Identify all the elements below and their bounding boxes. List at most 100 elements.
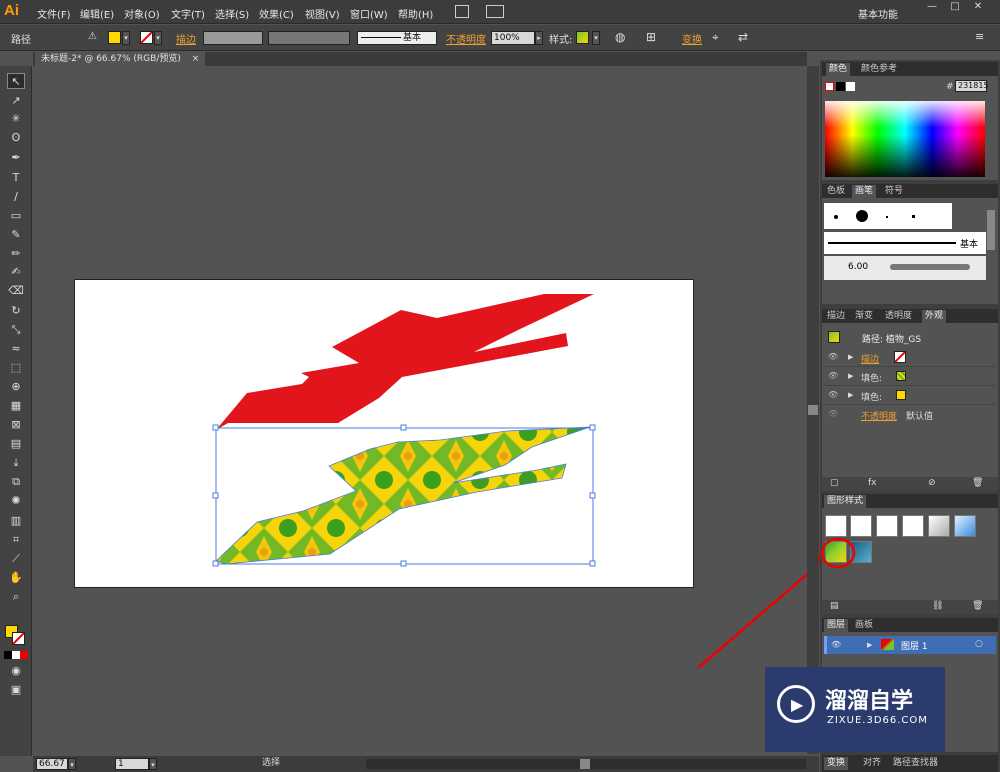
appearance-opacity-value: 默认值 (906, 412, 934, 422)
graphic-style-5[interactable] (928, 515, 950, 537)
tab-layers[interactable]: 图层 (824, 619, 849, 632)
yellow-fill-swatch[interactable] (896, 390, 906, 400)
visibility-eye-icon[interactable]: 👁 (831, 640, 841, 650)
play-logo-icon: ▶ (777, 685, 815, 723)
zoom-field[interactable]: 66.67 (36, 758, 68, 770)
tab-symbols[interactable]: 符号 (882, 185, 906, 198)
maximize-button[interactable]: □ (944, 1, 966, 15)
layer-name[interactable]: 图层 1 (901, 639, 928, 652)
fx-icon[interactable]: fx (868, 478, 877, 488)
brush-dot-tiny[interactable] (886, 216, 888, 218)
expand-triangle-icon[interactable]: ▶ (848, 353, 853, 361)
brush-dots-row[interactable] (824, 203, 952, 229)
color-panel-header: 颜色 颜色参考 (822, 62, 998, 76)
tab-stroke[interactable]: 描边 (824, 310, 848, 323)
delete-icon[interactable]: 🗑 (972, 601, 983, 611)
clear-appearance-icon[interactable]: ⊘ (928, 478, 936, 488)
visibility-eye-icon[interactable]: 👁 (828, 390, 838, 400)
tab-align[interactable]: 对齐 (860, 757, 884, 770)
brush-size-label: 6.00 (848, 262, 869, 272)
red-shape[interactable] (216, 294, 594, 430)
tab-brushes[interactable]: 画笔 (852, 185, 877, 198)
color-spectrum[interactable] (825, 101, 985, 177)
appearance-row-fill-yellow[interactable]: 👁 ▶ 填色: (824, 386, 996, 405)
expand-triangle-icon[interactable]: ▶ (848, 391, 853, 399)
graphic-styles-header: 图形样式 (822, 494, 998, 508)
tab-graphic-styles[interactable]: 图形样式 (824, 495, 867, 508)
graphic-style-4[interactable] (902, 515, 924, 537)
layer-thumbnail (881, 639, 894, 650)
brush-dot-small[interactable] (834, 215, 838, 219)
library-menu-icon[interactable]: ▤ (830, 601, 839, 611)
target-circle-icon[interactable]: ○ (975, 639, 983, 649)
black-color-icon[interactable] (836, 82, 845, 91)
none-slash-icon (895, 352, 905, 362)
visibility-eye-icon[interactable]: 👁 (828, 371, 838, 381)
watermark-url: ZIXUE.3D66.COM (827, 715, 928, 726)
graphic-style-6[interactable] (954, 515, 976, 537)
watermark: ▶ 溜溜自学 ZIXUE.3D66.COM (765, 667, 945, 752)
zoom-dropdown[interactable]: ▾ (68, 758, 76, 770)
hex-prefix: # (946, 82, 954, 92)
brush-dot-large[interactable] (856, 210, 868, 222)
tab-swatches[interactable]: 色板 (824, 185, 848, 198)
tab-transparency[interactable]: 透明度 (882, 310, 915, 323)
expand-triangle-icon[interactable]: ▶ (848, 372, 853, 380)
tab-color-guide[interactable]: 颜色参考 (858, 63, 900, 76)
layers-panel-header: 图层 画板 (822, 618, 998, 632)
brush-panel-header: 色板 画笔 符号 (822, 184, 998, 198)
appearance-row-opacity[interactable]: 👁 不透明度 默认值 (824, 405, 996, 424)
appearance-row-fill-pattern[interactable]: 👁 ▶ 填色: (824, 367, 996, 386)
horizontal-scroll-thumb[interactable] (580, 759, 590, 769)
artwork-layer (212, 294, 820, 669)
tab-appearance[interactable]: 外观 (922, 310, 947, 323)
layer-row[interactable]: 👁 ▶ 图层 1 ○ (824, 636, 996, 654)
artboard-dropdown[interactable]: ▾ (149, 758, 157, 770)
status-mode: 选择 (262, 758, 281, 768)
path-thumbnail (828, 331, 840, 343)
charcoal-stroke (890, 264, 970, 270)
fill-row-label: 填色: (861, 393, 883, 403)
appearance-footer: ▢ fx ⊘ 🗑 (822, 477, 998, 491)
control-menu-icon[interactable]: ≡ (975, 30, 984, 43)
pattern-fill-swatch[interactable] (896, 371, 906, 381)
play-triangle-icon: ▶ (791, 695, 804, 714)
expand-triangle-icon[interactable]: ▶ (867, 641, 872, 649)
close-window-button[interactable]: ✕ (967, 1, 989, 15)
tab-pathfinder[interactable]: 路径查找器 (890, 757, 941, 770)
appearance-opacity-label[interactable]: 不透明度 (861, 409, 897, 422)
add-stroke-icon[interactable]: ▢ (830, 478, 839, 488)
tab-transform[interactable]: 变换 (824, 757, 849, 770)
workspace-switcher[interactable]: 基本功能 (858, 6, 898, 21)
brush-scroll-thumb[interactable] (987, 210, 995, 250)
appearance-row-stroke[interactable]: 👁 ▶ 描边 (824, 348, 996, 367)
watermark-brand: 溜溜自学 (825, 689, 914, 714)
hex-input[interactable]: 231815 (955, 80, 989, 92)
tab-gradient[interactable]: 渐变 (852, 310, 876, 323)
tab-color[interactable]: 颜色 (826, 63, 851, 76)
pattern-shape[interactable] (216, 427, 590, 564)
stroke-row-swatch[interactable] (894, 351, 906, 363)
stroke-row-label[interactable]: 描边 (861, 352, 879, 365)
tab-artboards[interactable]: 画板 (852, 619, 876, 632)
charcoal-brush-row[interactable]: 6.00 (824, 256, 986, 280)
white-color-icon[interactable] (846, 82, 855, 91)
visibility-eye-icon[interactable]: 👁 (828, 409, 838, 419)
bottom-panel-tabs: 变换 对齐 路径查找器 (822, 755, 998, 772)
appearance-panel-header: 描边 渐变 透明度 外观 (822, 309, 998, 323)
highlight-circle (820, 537, 856, 569)
graphic-style-3[interactable] (876, 515, 898, 537)
vertical-scroll-thumb[interactable] (808, 405, 818, 415)
minimize-button[interactable]: — (921, 1, 943, 15)
basic-brush-row[interactable]: 基本 (824, 232, 986, 254)
break-link-icon[interactable]: ⛓ (932, 601, 943, 611)
visibility-eye-icon[interactable]: 👁 (828, 352, 838, 362)
delete-icon[interactable]: 🗑 (972, 478, 983, 488)
none-color-icon[interactable] (825, 82, 834, 91)
graphic-style-2[interactable] (850, 515, 872, 537)
appearance-path-label: 路径: 植物_GS (862, 335, 922, 345)
graphic-styles-footer: ▤ ⛓ 🗑 (822, 600, 998, 614)
brush-dot-xs[interactable] (912, 215, 915, 218)
artboard-number-field[interactable]: 1 (115, 758, 149, 770)
graphic-style-default[interactable] (825, 515, 847, 537)
